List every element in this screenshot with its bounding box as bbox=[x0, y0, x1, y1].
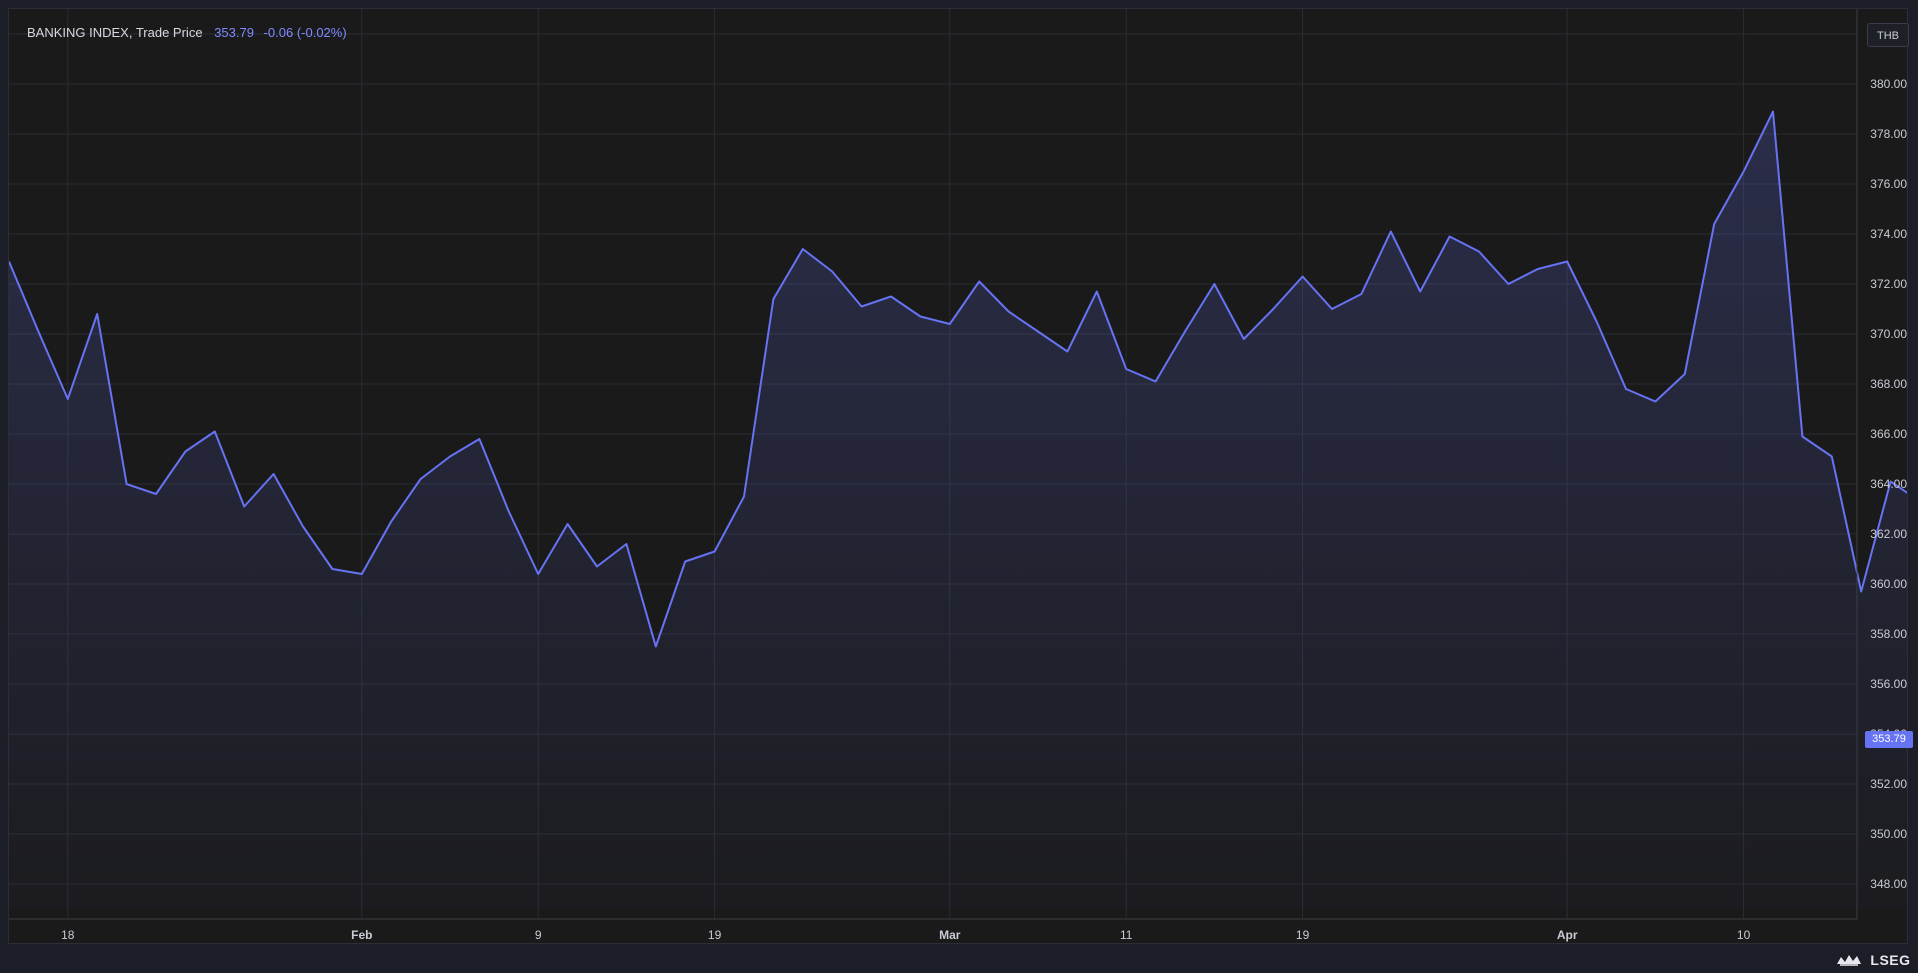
x-tick-label: 10 bbox=[1737, 928, 1751, 942]
y-tick-label: 352.00 bbox=[1870, 777, 1907, 791]
chart-legend: BANKING INDEX, Trade Price 353.79 -0.06 … bbox=[27, 25, 347, 40]
y-tick-label: 362.00 bbox=[1870, 527, 1907, 541]
y-tick-label: 370.00 bbox=[1870, 327, 1907, 341]
x-tick-label: 19 bbox=[1296, 928, 1310, 942]
y-tick-label: 356.00 bbox=[1870, 677, 1907, 691]
y-tick-label: 376.00 bbox=[1870, 177, 1907, 191]
last-price-label: 353.79 bbox=[1865, 731, 1913, 749]
legend-change: -0.06 (-0.02%) bbox=[263, 25, 347, 40]
price-chart[interactable]: 348.00350.00352.00354.00356.00358.00360.… bbox=[9, 9, 1907, 943]
x-tick-label: 11 bbox=[1120, 928, 1133, 942]
lseg-logo-icon bbox=[1837, 955, 1861, 966]
x-tick-label: Apr bbox=[1557, 928, 1578, 942]
brand-logo: LSEG bbox=[1836, 952, 1911, 970]
y-tick-label: 348.00 bbox=[1870, 877, 1907, 891]
y-tick-label: 350.00 bbox=[1870, 827, 1907, 841]
y-tick-label: 378.00 bbox=[1870, 127, 1907, 141]
currency-button[interactable]: THB bbox=[1867, 23, 1909, 47]
legend-last-value: 353.79 bbox=[214, 25, 254, 40]
x-tick-label: 9 bbox=[535, 928, 542, 942]
x-tick-label: 18 bbox=[61, 928, 75, 942]
y-tick-label: 358.00 bbox=[1870, 627, 1907, 641]
x-tick-label: Feb bbox=[351, 928, 372, 942]
y-tick-label: 374.00 bbox=[1870, 227, 1907, 241]
legend-instrument-name: BANKING INDEX, Trade Price bbox=[27, 25, 203, 40]
y-tick-label: 368.00 bbox=[1870, 377, 1907, 391]
y-tick-label: 372.00 bbox=[1870, 277, 1907, 291]
y-tick-label: 364.00 bbox=[1870, 477, 1907, 491]
y-tick-label: 380.00 bbox=[1870, 77, 1907, 91]
y-tick-label: 360.00 bbox=[1870, 577, 1907, 591]
series-layer bbox=[9, 110, 1907, 909]
x-tick-label: Mar bbox=[939, 928, 961, 942]
x-tick-label: 19 bbox=[708, 928, 722, 942]
chart-frame[interactable]: 348.00350.00352.00354.00356.00358.00360.… bbox=[8, 8, 1913, 944]
brand-name: LSEG bbox=[1870, 952, 1911, 968]
y-tick-label: 366.00 bbox=[1870, 427, 1907, 441]
